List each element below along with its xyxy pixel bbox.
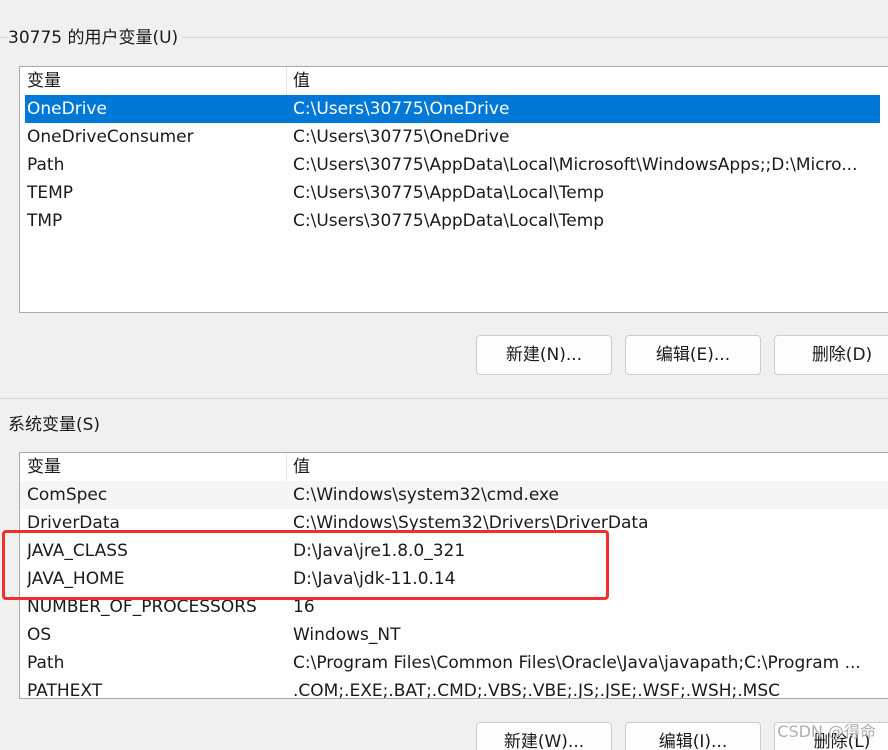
var-value: C:\Users\30775\AppData\Local\Microsoft\W… (293, 155, 858, 175)
table-row[interactable]: OneDrive C:\Users\30775\OneDrive (20, 95, 888, 123)
table-row[interactable]: JAVA_CLASS D:\Java\jre1.8.0_321 (20, 537, 888, 565)
var-name: OneDriveConsumer (27, 127, 194, 147)
system-vars-title: 系统变量(S) (8, 414, 105, 436)
var-name: Path (27, 653, 65, 673)
var-name: DriverData (27, 513, 120, 533)
table-row[interactable]: TMP C:\Users\30775\AppData\Local\Temp (20, 207, 888, 235)
var-value: C:\Windows\system32\cmd.exe (293, 485, 560, 505)
system-vars-group-line (0, 398, 888, 399)
table-row[interactable]: OneDriveConsumer C:\Users\30775\OneDrive (20, 123, 888, 151)
var-name: ComSpec (27, 485, 108, 505)
var-name: OS (27, 625, 52, 645)
column-separator[interactable] (286, 453, 287, 481)
table-row[interactable]: PATHEXT .COM;.EXE;.BAT;.CMD;.VBS;.VBE;.J… (20, 677, 888, 699)
var-value: C:\Users\30775\AppData\Local\Temp (293, 183, 605, 203)
var-value: Windows_NT (293, 625, 401, 645)
var-name: TEMP (27, 183, 74, 203)
table-row[interactable]: Path C:\Users\30775\AppData\Local\Micros… (20, 151, 888, 179)
table-row[interactable]: Path C:\Program Files\Common Files\Oracl… (20, 649, 888, 677)
table-row[interactable]: ComSpec C:\Windows\system32\cmd.exe (20, 481, 888, 509)
var-name: JAVA_CLASS (27, 541, 128, 561)
column-separator[interactable] (286, 67, 287, 95)
new-user-var-button[interactable]: 新建(N)... (476, 335, 612, 375)
new-system-var-button[interactable]: 新建(W)... (476, 722, 612, 750)
user-vars-list-header: 变量 值 (20, 67, 888, 95)
var-value: 16 (293, 597, 315, 617)
column-header-name[interactable]: 变量 (27, 67, 61, 95)
var-name: TMP (27, 211, 63, 231)
edit-system-var-button[interactable]: 编辑(I)... (625, 722, 761, 750)
var-value: C:\Windows\System32\Drivers\DriverData (293, 513, 649, 533)
var-value: D:\Java\jdk-11.0.14 (293, 569, 456, 589)
var-value: C:\Users\30775\AppData\Local\Temp (293, 211, 605, 231)
delete-user-var-button[interactable]: 删除(D) (774, 335, 888, 375)
var-value: D:\Java\jre1.8.0_321 (293, 541, 466, 561)
table-row[interactable]: OS Windows_NT (20, 621, 888, 649)
system-vars-list-header: 变量 值 (20, 453, 888, 481)
edit-user-var-button[interactable]: 编辑(E)... (625, 335, 761, 375)
table-row[interactable]: TEMP C:\Users\30775\AppData\Local\Temp (20, 179, 888, 207)
user-vars-list[interactable]: 变量 值 OneDrive C:\Users\30775\OneDrive On… (19, 66, 888, 313)
var-value: .COM;.EXE;.BAT;.CMD;.VBS;.VBE;.JS;.JSE;.… (293, 681, 781, 699)
table-row[interactable]: JAVA_HOME D:\Java\jdk-11.0.14 (20, 565, 888, 593)
var-name: NUMBER_OF_PROCESSORS (27, 597, 257, 617)
var-value: C:\Program Files\Common Files\Oracle\Jav… (293, 653, 861, 673)
table-row[interactable]: DriverData C:\Windows\System32\Drivers\D… (20, 509, 888, 537)
var-name: OneDrive (27, 99, 107, 119)
var-value: C:\Users\30775\OneDrive (293, 99, 510, 119)
column-header-value[interactable]: 值 (293, 67, 310, 95)
user-vars-title: 30775 的用户变量(U) (8, 27, 183, 49)
system-vars-list[interactable]: 变量 值 ComSpec C:\Windows\system32\cmd.exe… (19, 452, 888, 699)
column-header-value[interactable]: 值 (293, 453, 310, 481)
var-value: C:\Users\30775\OneDrive (293, 127, 510, 147)
var-name: PATHEXT (27, 681, 103, 699)
var-name: Path (27, 155, 65, 175)
column-header-name[interactable]: 变量 (27, 453, 61, 481)
table-row[interactable]: NUMBER_OF_PROCESSORS 16 (20, 593, 888, 621)
csdn-watermark: CSDN @得命 (777, 722, 876, 741)
var-name: JAVA_HOME (27, 569, 125, 589)
